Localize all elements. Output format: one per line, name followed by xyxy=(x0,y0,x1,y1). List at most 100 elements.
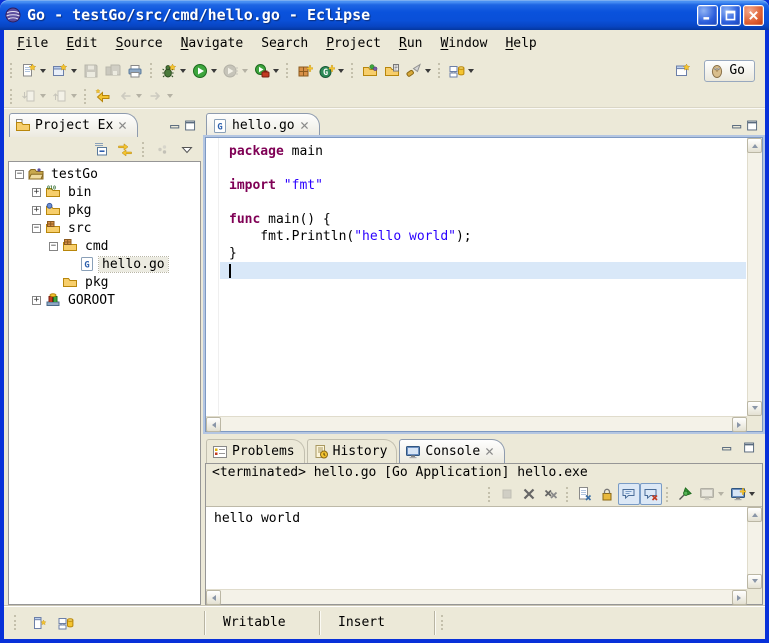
run-history-button[interactable] xyxy=(220,60,251,82)
go-perspective-button[interactable]: Go xyxy=(704,60,755,82)
close-editor-icon[interactable] xyxy=(299,120,310,131)
dropdown-arrow-icon[interactable] xyxy=(273,69,279,73)
dropdown-arrow-icon[interactable] xyxy=(718,492,724,496)
dropdown-arrow-icon[interactable] xyxy=(40,69,46,73)
save-all-button[interactable] xyxy=(102,60,124,82)
scroll-down-button[interactable] xyxy=(747,574,762,589)
console-vertical-scrollbar[interactable] xyxy=(747,507,762,589)
close-button[interactable] xyxy=(743,5,764,26)
scroll-up-button[interactable] xyxy=(747,507,762,522)
new-go-file-button[interactable]: G xyxy=(316,60,347,82)
dropdown-arrow-icon[interactable] xyxy=(71,69,77,73)
dropdown-arrow-icon[interactable] xyxy=(167,94,173,98)
back-button[interactable] xyxy=(114,85,145,107)
terminate-button[interactable] xyxy=(496,483,518,505)
show-stderr-button[interactable] xyxy=(640,483,662,505)
dropdown-arrow-icon[interactable] xyxy=(40,94,46,98)
expand-icon[interactable]: + xyxy=(32,296,41,305)
show-stdout-button[interactable] xyxy=(618,483,640,505)
dropdown-arrow-icon[interactable] xyxy=(425,69,431,73)
maximize-view-button[interactable] xyxy=(739,436,759,458)
expand-icon[interactable]: + xyxy=(32,206,41,215)
remove-launch-button[interactable] xyxy=(518,483,540,505)
dropdown-arrow-icon[interactable] xyxy=(749,492,755,496)
launch-trim-button[interactable] xyxy=(58,615,74,631)
search-button[interactable] xyxy=(403,60,434,82)
editor-vertical-scrollbar[interactable] xyxy=(747,138,762,416)
next-annotation-button[interactable] xyxy=(18,85,49,107)
menu-window[interactable]: Window xyxy=(431,33,496,54)
menu-run[interactable]: Run xyxy=(390,33,431,54)
collapse-icon[interactable]: − xyxy=(15,170,24,179)
tree-item-src[interactable]: −src xyxy=(9,219,200,237)
dropdown-arrow-icon[interactable] xyxy=(211,69,217,73)
code-editor[interactable]: package mainimport "fmt"func main() { fm… xyxy=(220,138,746,415)
tab-history[interactable]: History xyxy=(307,439,398,463)
titlebar[interactable]: Go - testGo/src/cmd/hello.go - Eclipse xyxy=(0,0,769,30)
dropdown-arrow-icon[interactable] xyxy=(242,69,248,73)
scroll-right-button[interactable] xyxy=(732,590,747,605)
display-console-button[interactable] xyxy=(696,483,727,505)
new-wizard-button[interactable] xyxy=(18,60,49,82)
fast-view-button[interactable] xyxy=(32,615,48,631)
menu-file[interactable]: File xyxy=(8,33,57,54)
open-console-button[interactable] xyxy=(727,483,758,505)
open-resource-button[interactable] xyxy=(359,60,381,82)
console-output-area[interactable]: hello world xyxy=(206,506,762,604)
menu-source[interactable]: Source xyxy=(107,33,172,54)
expand-icon[interactable]: + xyxy=(32,188,41,197)
collapse-all-button[interactable] xyxy=(90,138,112,160)
remove-all-launches-button[interactable] xyxy=(540,483,562,505)
tree-item-testgo[interactable]: −testGo xyxy=(9,165,200,183)
tab-project-explorer[interactable]: Project Ex xyxy=(9,113,138,137)
close-view-icon[interactable] xyxy=(117,120,128,131)
collapse-icon[interactable]: − xyxy=(49,242,58,251)
menu-help[interactable]: Help xyxy=(496,33,545,54)
minimize-view-button[interactable] xyxy=(169,119,182,132)
view-menu-button[interactable] xyxy=(176,138,198,160)
forward-button[interactable] xyxy=(145,85,176,107)
maximize-view-button[interactable] xyxy=(184,119,197,132)
menu-search[interactable]: Search xyxy=(252,33,317,54)
launch-sync-button[interactable] xyxy=(446,60,477,82)
tab-problems[interactable]: Problems xyxy=(206,439,305,463)
scroll-right-button[interactable] xyxy=(732,417,747,432)
external-tools-button[interactable] xyxy=(251,60,282,82)
tree-item-pkg[interactable]: +pkg xyxy=(9,201,200,219)
tree-item-pkg[interactable]: pkg xyxy=(9,273,200,291)
dropdown-arrow-icon[interactable] xyxy=(180,69,186,73)
tree-item-hello-go[interactable]: Ghello.go xyxy=(9,255,200,273)
console-horizontal-scrollbar[interactable] xyxy=(206,589,747,604)
maximize-button[interactable] xyxy=(720,5,741,26)
open-perspective-button[interactable] xyxy=(672,60,694,82)
scroll-up-button[interactable] xyxy=(747,138,762,153)
save-button[interactable] xyxy=(80,60,102,82)
new-element-button[interactable] xyxy=(49,60,80,82)
tree-item-goroot[interactable]: +GOROOT xyxy=(9,291,200,309)
dropdown-arrow-icon[interactable] xyxy=(468,69,474,73)
clear-console-button[interactable] xyxy=(574,483,596,505)
menu-navigate[interactable]: Navigate xyxy=(172,33,253,54)
minimize-button[interactable] xyxy=(697,5,718,26)
print-button[interactable] xyxy=(124,60,146,82)
tree-item-cmd[interactable]: −cmd xyxy=(9,237,200,255)
scroll-left-button[interactable] xyxy=(206,590,221,605)
prev-annotation-button[interactable] xyxy=(49,85,80,107)
scroll-left-button[interactable] xyxy=(206,417,221,432)
maximize-editor-button[interactable] xyxy=(746,119,759,132)
minimize-editor-button[interactable] xyxy=(731,119,744,132)
tab-console[interactable]: Console xyxy=(399,439,505,463)
minimize-view-button[interactable] xyxy=(717,436,737,458)
new-go-package-button[interactable] xyxy=(294,60,316,82)
last-edit-button[interactable] xyxy=(92,85,114,107)
menu-project[interactable]: Project xyxy=(317,33,390,54)
pin-console-button[interactable] xyxy=(674,483,696,505)
tree-item-bin[interactable]: +010bin xyxy=(9,183,200,201)
scroll-down-button[interactable] xyxy=(747,401,762,416)
dropdown-arrow-icon[interactable] xyxy=(136,94,142,98)
run-button[interactable] xyxy=(189,60,220,82)
focus-on-working-set-button[interactable] xyxy=(152,138,174,160)
editor-horizontal-scrollbar[interactable] xyxy=(206,416,747,431)
menu-edit[interactable]: Edit xyxy=(57,33,106,54)
tab-hello-go[interactable]: G hello.go xyxy=(206,113,320,137)
